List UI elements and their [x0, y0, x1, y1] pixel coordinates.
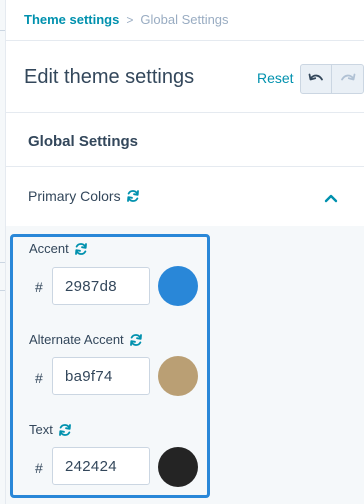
- undo-redo-group: [300, 64, 364, 94]
- strip-divider: [0, 30, 5, 31]
- text-color-label: Text: [29, 422, 53, 437]
- breadcrumb-current: Global Settings: [140, 12, 229, 27]
- primary-colors-fields: Accent # Alternate Accent: [10, 234, 210, 498]
- alternate-accent-label-row: Alternate Accent: [29, 332, 143, 347]
- accent-hex-input[interactable]: [52, 267, 150, 305]
- accent-swatch[interactable]: [158, 266, 198, 306]
- undo-button[interactable]: [301, 65, 333, 93]
- alternate-accent-label: Alternate Accent: [29, 332, 124, 347]
- reset-button[interactable]: Reset: [257, 70, 294, 86]
- breadcrumb: Theme settings > Global Settings: [24, 12, 229, 27]
- text-color-label-row: Text: [29, 422, 72, 437]
- text-color-hex-input[interactable]: [52, 447, 150, 485]
- section-title: Global Settings: [28, 133, 139, 150]
- page-title: Edit theme settings: [24, 66, 195, 88]
- primary-colors-header[interactable]: Primary Colors: [28, 188, 140, 204]
- text-color-swatch[interactable]: [158, 447, 198, 487]
- hash-prefix: #: [35, 460, 43, 476]
- redo-button[interactable]: [332, 65, 363, 93]
- divider: [6, 112, 364, 113]
- redo-icon: [340, 73, 355, 81]
- accent-label: Accent: [29, 241, 69, 256]
- accent-label-row: Accent: [29, 241, 88, 256]
- breadcrumb-theme-settings-link[interactable]: Theme settings: [24, 12, 119, 27]
- sync-icon: [126, 189, 140, 203]
- hash-prefix: #: [35, 279, 43, 295]
- divider: [6, 40, 364, 41]
- strip-divider: [0, 262, 5, 263]
- divider: [6, 166, 364, 167]
- alternate-accent-hex-input[interactable]: [52, 357, 150, 395]
- undo-icon: [308, 73, 323, 81]
- sync-icon: [58, 423, 72, 437]
- breadcrumb-separator: >: [126, 12, 134, 27]
- primary-colors-label: Primary Colors: [28, 188, 121, 204]
- sync-icon: [74, 242, 88, 256]
- theme-settings-panel: Theme settings > Global Settings Edit th…: [6, 0, 364, 504]
- alternate-accent-swatch[interactable]: [158, 356, 198, 396]
- hash-prefix: #: [35, 370, 43, 386]
- strip-divider: [0, 290, 5, 291]
- sync-icon: [129, 333, 143, 347]
- chevron-up-icon[interactable]: [324, 190, 338, 208]
